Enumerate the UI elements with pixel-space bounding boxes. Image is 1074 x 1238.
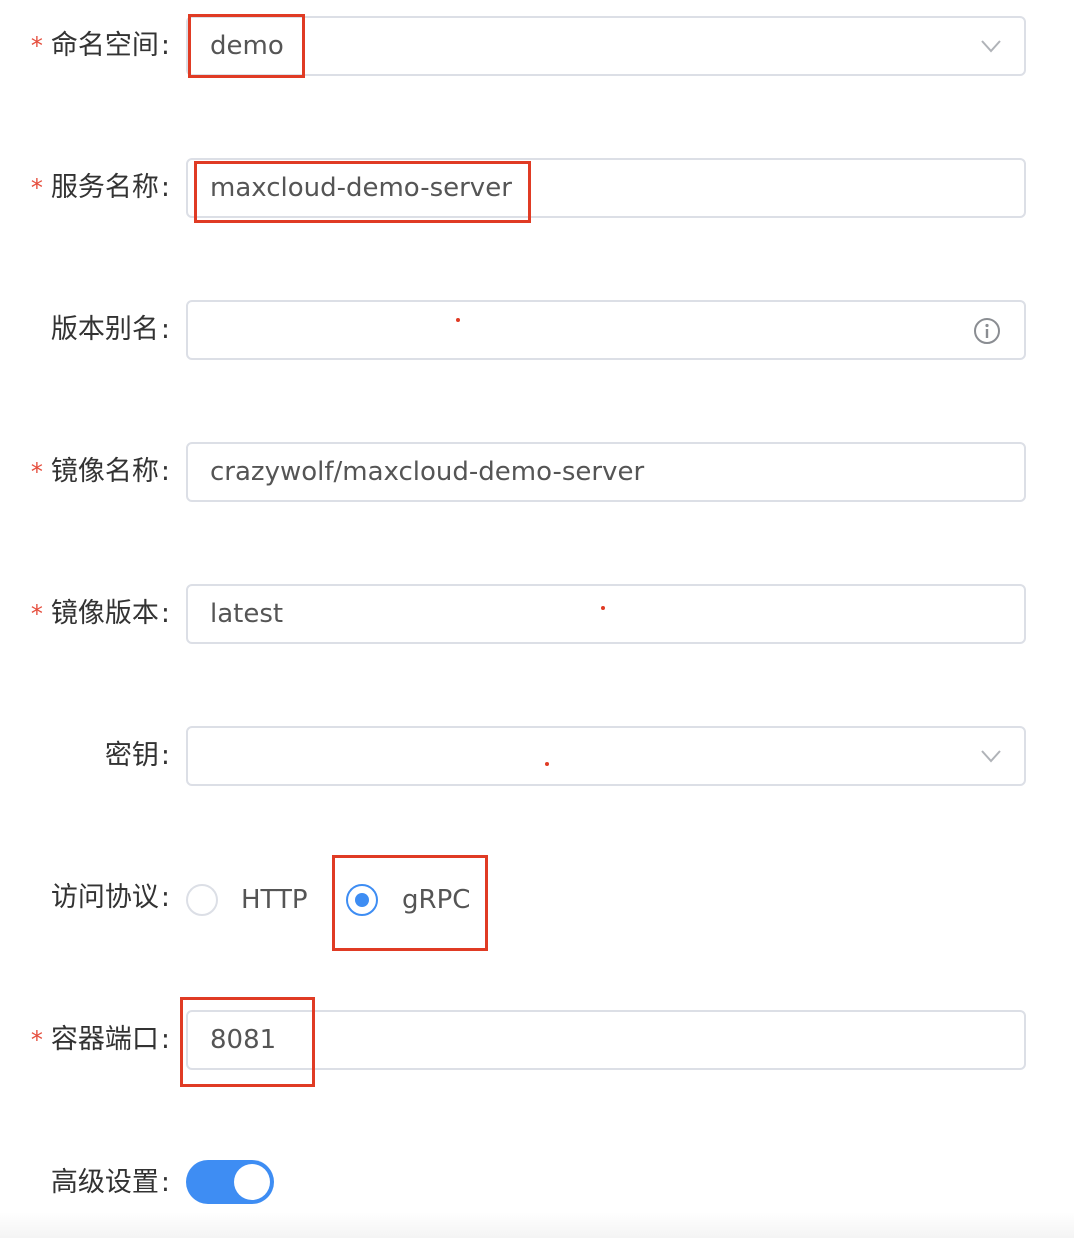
protocol-label: 访问协议: bbox=[50, 882, 170, 913]
chevron-down-icon bbox=[981, 40, 1001, 53]
image-version-value: latest bbox=[210, 599, 284, 629]
container-port-label: * 容器端口: bbox=[30, 1024, 170, 1055]
secret-select[interactable] bbox=[186, 726, 1026, 786]
namespace-select[interactable]: demo bbox=[186, 16, 1026, 76]
secret-label: 密钥: bbox=[104, 740, 170, 771]
service-name-value: maxcloud-demo-server bbox=[210, 173, 512, 203]
container-port-input[interactable]: 8081 bbox=[186, 1010, 1026, 1070]
image-version-input[interactable]: latest bbox=[186, 584, 1026, 644]
radio-grpc[interactable] bbox=[346, 884, 378, 916]
service-name-input[interactable]: maxcloud-demo-server bbox=[186, 158, 1026, 218]
version-alias-label: 版本别名: bbox=[50, 314, 170, 345]
image-version-label: * 镜像版本: bbox=[30, 598, 170, 629]
namespace-value: demo bbox=[210, 31, 284, 61]
info-circle-icon[interactable] bbox=[972, 316, 1002, 346]
service-name-label: * 服务名称: bbox=[30, 172, 170, 203]
image-name-input[interactable]: crazywolf/maxcloud-demo-server bbox=[186, 442, 1026, 502]
required-mark: * bbox=[30, 600, 43, 628]
toggle-knob bbox=[234, 1164, 270, 1200]
advanced-settings-toggle[interactable] bbox=[186, 1160, 274, 1204]
chevron-down-icon bbox=[981, 750, 1001, 763]
page-bottom-edge bbox=[0, 1212, 1074, 1238]
version-alias-input[interactable] bbox=[186, 300, 1026, 360]
image-name-label: * 镜像名称: bbox=[30, 456, 170, 487]
annotation-dot bbox=[545, 762, 549, 766]
required-mark: * bbox=[30, 32, 43, 60]
annotation-dot bbox=[601, 606, 605, 610]
namespace-label: * 命名空间: bbox=[30, 30, 170, 61]
image-name-value: crazywolf/maxcloud-demo-server bbox=[210, 457, 645, 487]
required-mark: * bbox=[30, 458, 43, 486]
radio-http[interactable] bbox=[186, 884, 218, 916]
advanced-settings-label: 高级设置: bbox=[50, 1167, 170, 1198]
container-port-value: 8081 bbox=[210, 1025, 277, 1055]
radio-http-label[interactable]: HTTP bbox=[241, 880, 308, 920]
required-mark: * bbox=[30, 174, 43, 202]
radio-grpc-label[interactable]: gRPC bbox=[402, 880, 470, 920]
annotation-dot bbox=[456, 318, 460, 322]
required-mark: * bbox=[30, 1026, 43, 1054]
